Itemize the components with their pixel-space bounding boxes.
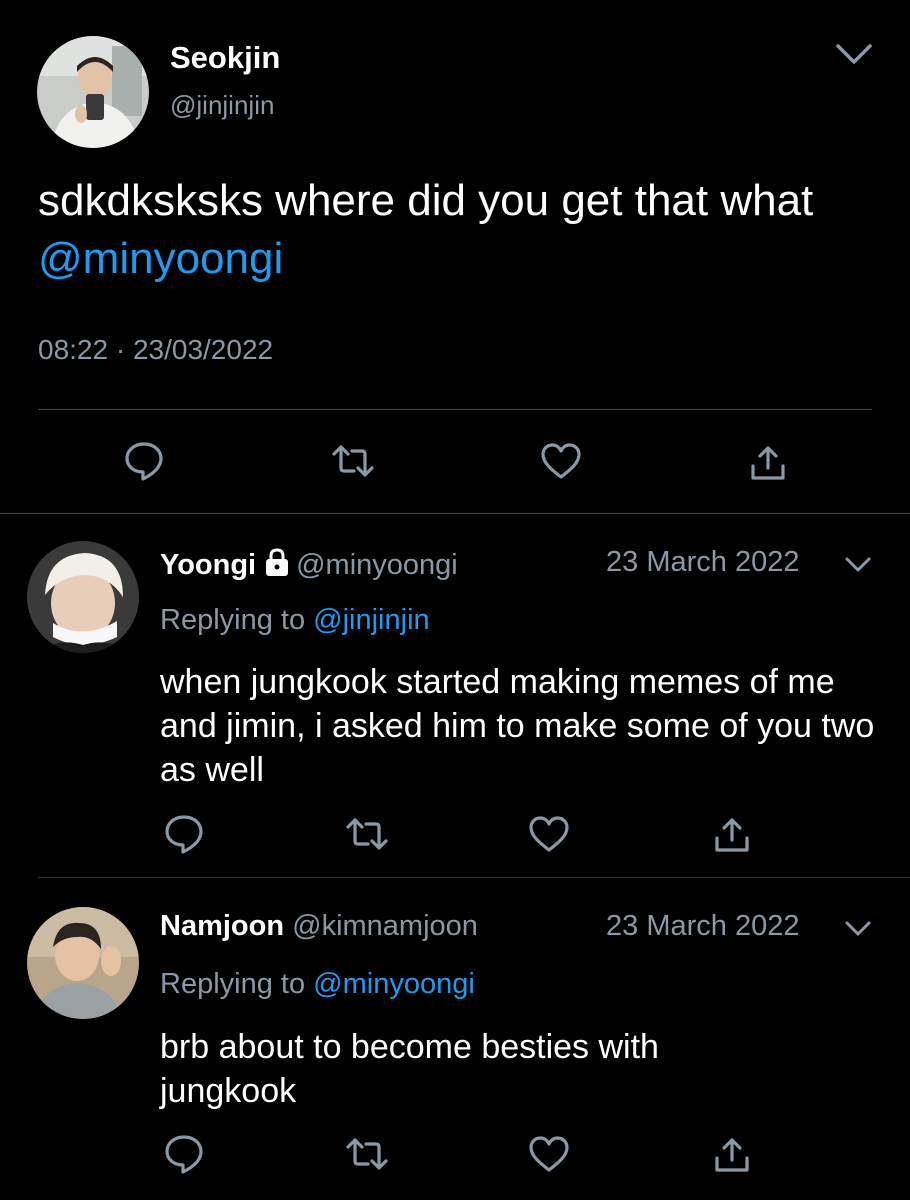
reply-author-handle[interactable]: @kimnamjoon — [292, 910, 478, 942]
replying-to: Replying to @jinjinjin — [160, 604, 430, 637]
like-icon[interactable] — [526, 811, 572, 857]
reply-icon[interactable] — [161, 1131, 207, 1177]
tweet-text: sdkdksksks where did you get that what @… — [38, 172, 878, 288]
divider — [38, 877, 910, 878]
avatar-yoongi[interactable] — [27, 541, 139, 653]
chevron-down-icon[interactable] — [843, 916, 873, 942]
reply-text: brb about to become besties with jungkoo… — [160, 1028, 659, 1110]
divider — [0, 513, 910, 514]
chevron-down-icon[interactable] — [843, 552, 873, 578]
tweet-timestamp[interactable]: 08:22 · 23/03/2022 — [38, 334, 273, 366]
replying-to-mention[interactable]: @jinjinjin — [313, 604, 429, 636]
replying-to-mention[interactable]: @minyoongi — [313, 968, 475, 1000]
reply-icon[interactable] — [121, 438, 167, 484]
lock-icon — [262, 546, 292, 578]
reply-author-name[interactable]: Namjoon — [160, 910, 284, 942]
replying-to: Replying to @minyoongi — [160, 968, 475, 1001]
like-icon[interactable] — [538, 438, 584, 484]
reply-icon[interactable] — [161, 811, 207, 857]
like-icon[interactable] — [526, 1131, 572, 1177]
retweet-icon[interactable] — [330, 438, 376, 484]
retweet-icon[interactable] — [344, 1131, 390, 1177]
chevron-down-icon[interactable] — [832, 36, 876, 72]
tweet-text-body: sdkdksksks where did you get that what — [38, 176, 814, 225]
share-icon[interactable] — [709, 1132, 755, 1178]
replying-to-label: Replying to — [160, 968, 314, 1000]
reply-text: when jungkook started making memes of me… — [160, 663, 875, 789]
retweet-icon[interactable] — [344, 811, 390, 857]
reply-date[interactable]: 23 March 2022 — [606, 910, 799, 943]
share-icon[interactable] — [745, 440, 791, 486]
reply-author-handle[interactable]: @minyoongi — [296, 549, 458, 581]
reply-header: Yoongi @minyoongi — [160, 546, 458, 582]
mention-link[interactable]: @minyoongi — [38, 234, 283, 283]
reply-date[interactable]: 23 March 2022 — [606, 546, 799, 579]
replying-to-label: Replying to — [160, 604, 314, 636]
divider — [38, 409, 872, 410]
author-name[interactable]: Seokjin — [170, 40, 280, 76]
avatar-seokjin[interactable] — [37, 36, 149, 148]
reply-header: Namjoon @kimnamjoon — [160, 910, 478, 943]
avatar-namjoon[interactable] — [27, 907, 139, 1019]
author-handle[interactable]: @jinjinjin — [170, 90, 274, 121]
reply-author-name[interactable]: Yoongi — [160, 549, 256, 581]
share-icon[interactable] — [709, 812, 755, 858]
